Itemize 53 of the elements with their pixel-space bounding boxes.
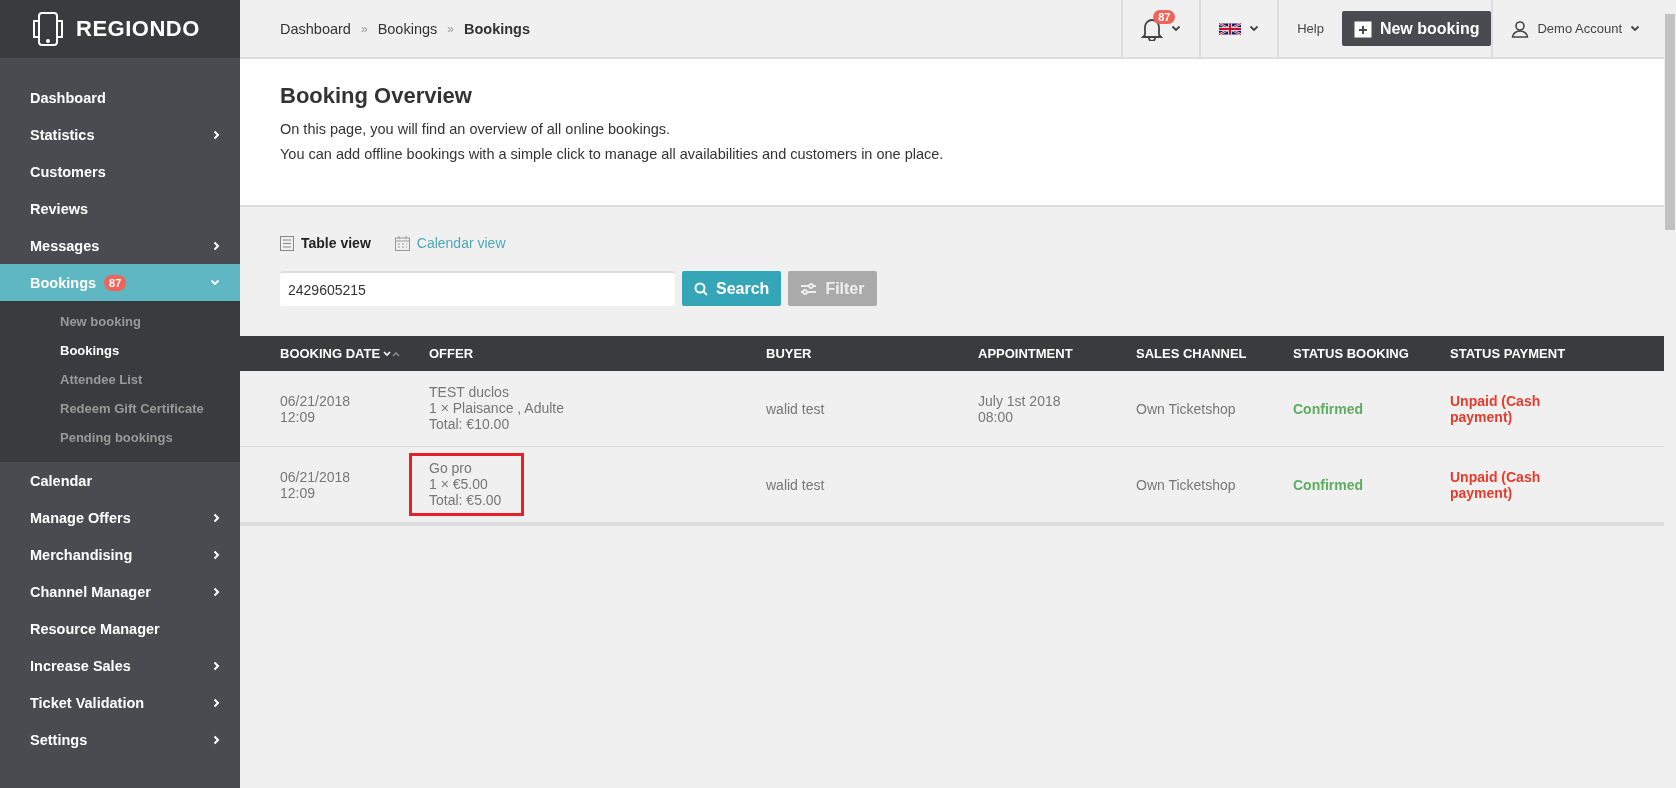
count-badge: 87 [104, 274, 127, 291]
sidebar-item[interactable]: Reviews [0, 190, 240, 227]
column-header: SALES CHANNEL [1136, 346, 1247, 361]
booking-status: Confirmed [1293, 475, 1364, 495]
breadcrumb-separator: » [447, 21, 454, 36]
sidebar-item[interactable]: Dashboard [0, 79, 240, 116]
breadcrumb[interactable]: Dashboard [280, 20, 351, 37]
intro-text: You can add offline bookings with a simple click to manage all availabilities and customers in one place. [280, 146, 945, 162]
search-field[interactable]: 2429605215 [280, 271, 675, 306]
breadcrumb-separator: » [360, 21, 368, 36]
submenu-item[interactable]: Attendee List [0, 365, 240, 394]
sidebar-item[interactable]: Ticket Validation [0, 684, 240, 721]
submenu-item[interactable]: Redeem Gift Certificate [0, 394, 240, 423]
offer-cell: Go pro 1 × €5.00 Total: €5.00 [409, 453, 525, 516]
view-tab[interactable]: Table view [280, 235, 371, 251]
column-header: BUYER [766, 346, 812, 361]
column-header: STATUS BOOKING [1293, 346, 1409, 361]
column-header: STATUS PAYMENT [1450, 346, 1566, 361]
offer-cell-text: TEST duclos 1 × Plaisance , Adulte Total: €10.00 [428, 383, 566, 434]
logo-text: REGIONDO [76, 16, 200, 42]
sales-channel-cell-text: Own Ticketshop [1136, 475, 1237, 495]
notification-badge: 87 [1153, 9, 1176, 24]
submenu-item[interactable]: New booking [0, 307, 240, 336]
sidebar-item[interactable]: Increase Sales [0, 647, 240, 684]
sidebar-item[interactable]: Manage Offers [0, 499, 240, 536]
column-header: APPOINTMENT [978, 346, 1073, 361]
column-header: OFFER [429, 346, 474, 361]
sales-channel-cell-text: Own Ticketshop [1136, 399, 1237, 419]
booking-date-cell-text: 06/21/2018 12:09 [279, 391, 352, 427]
sidebar-item[interactable]: Resource Manager [0, 610, 240, 647]
sidebar-item[interactable]: Messages [0, 227, 240, 264]
sidebar-item[interactable]: Customers [0, 153, 240, 190]
new-booking-button[interactable]: New booking [1341, 11, 1492, 46]
payment-status: Unpaid (Cash payment) [1450, 391, 1542, 427]
submenu-item[interactable]: Pending bookings [0, 423, 240, 452]
submenu-item[interactable]: Bookings [0, 336, 240, 365]
appointment-cell-text: July 1st 2018 08:00 [978, 391, 1062, 427]
sidebar-item[interactable]: Calendar [0, 462, 240, 499]
account-name[interactable]: Demo Account [1537, 21, 1622, 36]
page-title: Booking Overview [280, 83, 473, 109]
sidebar-item[interactable]: Settings [0, 721, 240, 758]
column-header[interactable]: BOOKING DATE [280, 346, 402, 361]
intro-text: On this page, you will find an overview of all online bookings. [280, 121, 672, 137]
booking-date-cell-text: 06/21/2018 12:09 [279, 467, 352, 503]
sidebar-item[interactable]: Statistics [0, 116, 240, 153]
buyer-cell-text: walid test [766, 399, 826, 419]
sidebar-item[interactable]: Channel Manager [0, 573, 240, 610]
breadcrumb[interactable]: Bookings [377, 20, 438, 37]
booking-status: Confirmed [1293, 399, 1364, 419]
sidebar-item[interactable]: Merchandising [0, 536, 240, 573]
breadcrumb[interactable]: Bookings [463, 20, 531, 37]
buyer-cell-text: walid test [766, 475, 826, 495]
payment-status: Unpaid (Cash payment) [1450, 467, 1542, 503]
